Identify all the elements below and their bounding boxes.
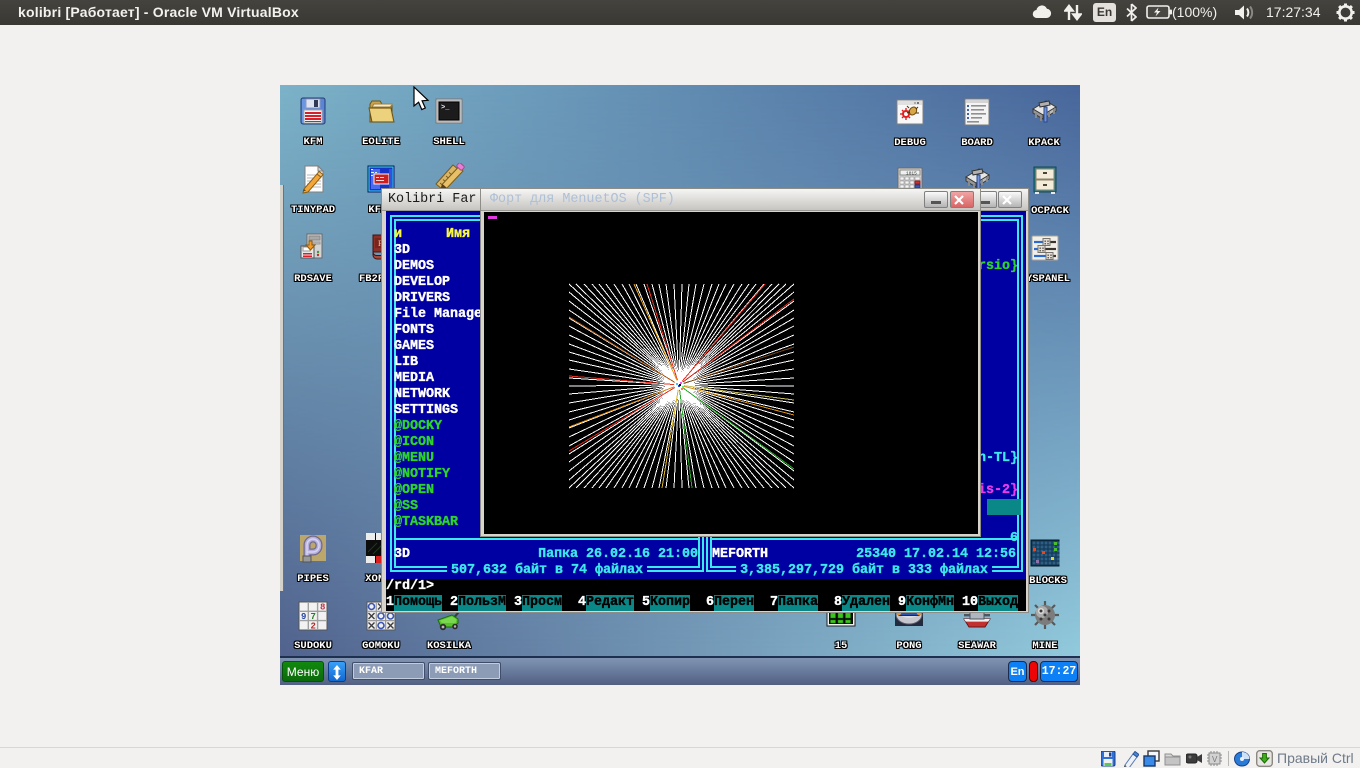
svg-text:>_: >_ xyxy=(441,104,450,112)
svg-text:7: 7 xyxy=(311,612,316,622)
svg-text:9: 9 xyxy=(301,612,306,622)
svg-text:V: V xyxy=(1212,755,1218,764)
svg-text:8: 8 xyxy=(320,603,325,613)
svg-text:1815: 1815 xyxy=(906,171,917,177)
svg-text:2: 2 xyxy=(311,622,316,632)
